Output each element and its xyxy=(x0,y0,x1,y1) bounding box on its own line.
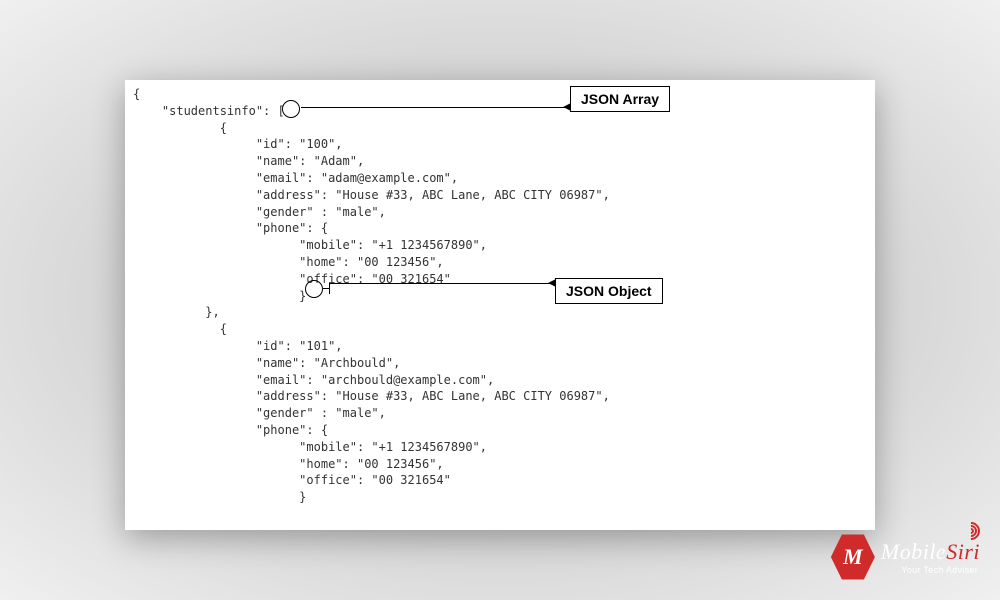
array-callout-line xyxy=(301,107,567,108)
object-brace-highlight-circle xyxy=(305,280,323,298)
brand-logo: M MobileSiri Your Tech Adviser xyxy=(831,532,980,582)
logo-text: MobileSiri Your Tech Adviser xyxy=(881,539,980,575)
array-bracket-highlight-circle xyxy=(282,100,300,118)
wifi-icon xyxy=(954,514,974,534)
json-array-label: JSON Array xyxy=(570,86,670,112)
code-panel: { "studentsinfo": [ { "id": "100", "name… xyxy=(125,80,875,530)
logo-hexagon: M xyxy=(831,532,875,582)
json-object-label: JSON Object xyxy=(555,278,663,304)
object-callout-corner xyxy=(329,283,330,294)
object-callout-line-2 xyxy=(329,283,555,284)
json-code: { "studentsinfo": [ { "id": "100", "name… xyxy=(125,80,875,530)
